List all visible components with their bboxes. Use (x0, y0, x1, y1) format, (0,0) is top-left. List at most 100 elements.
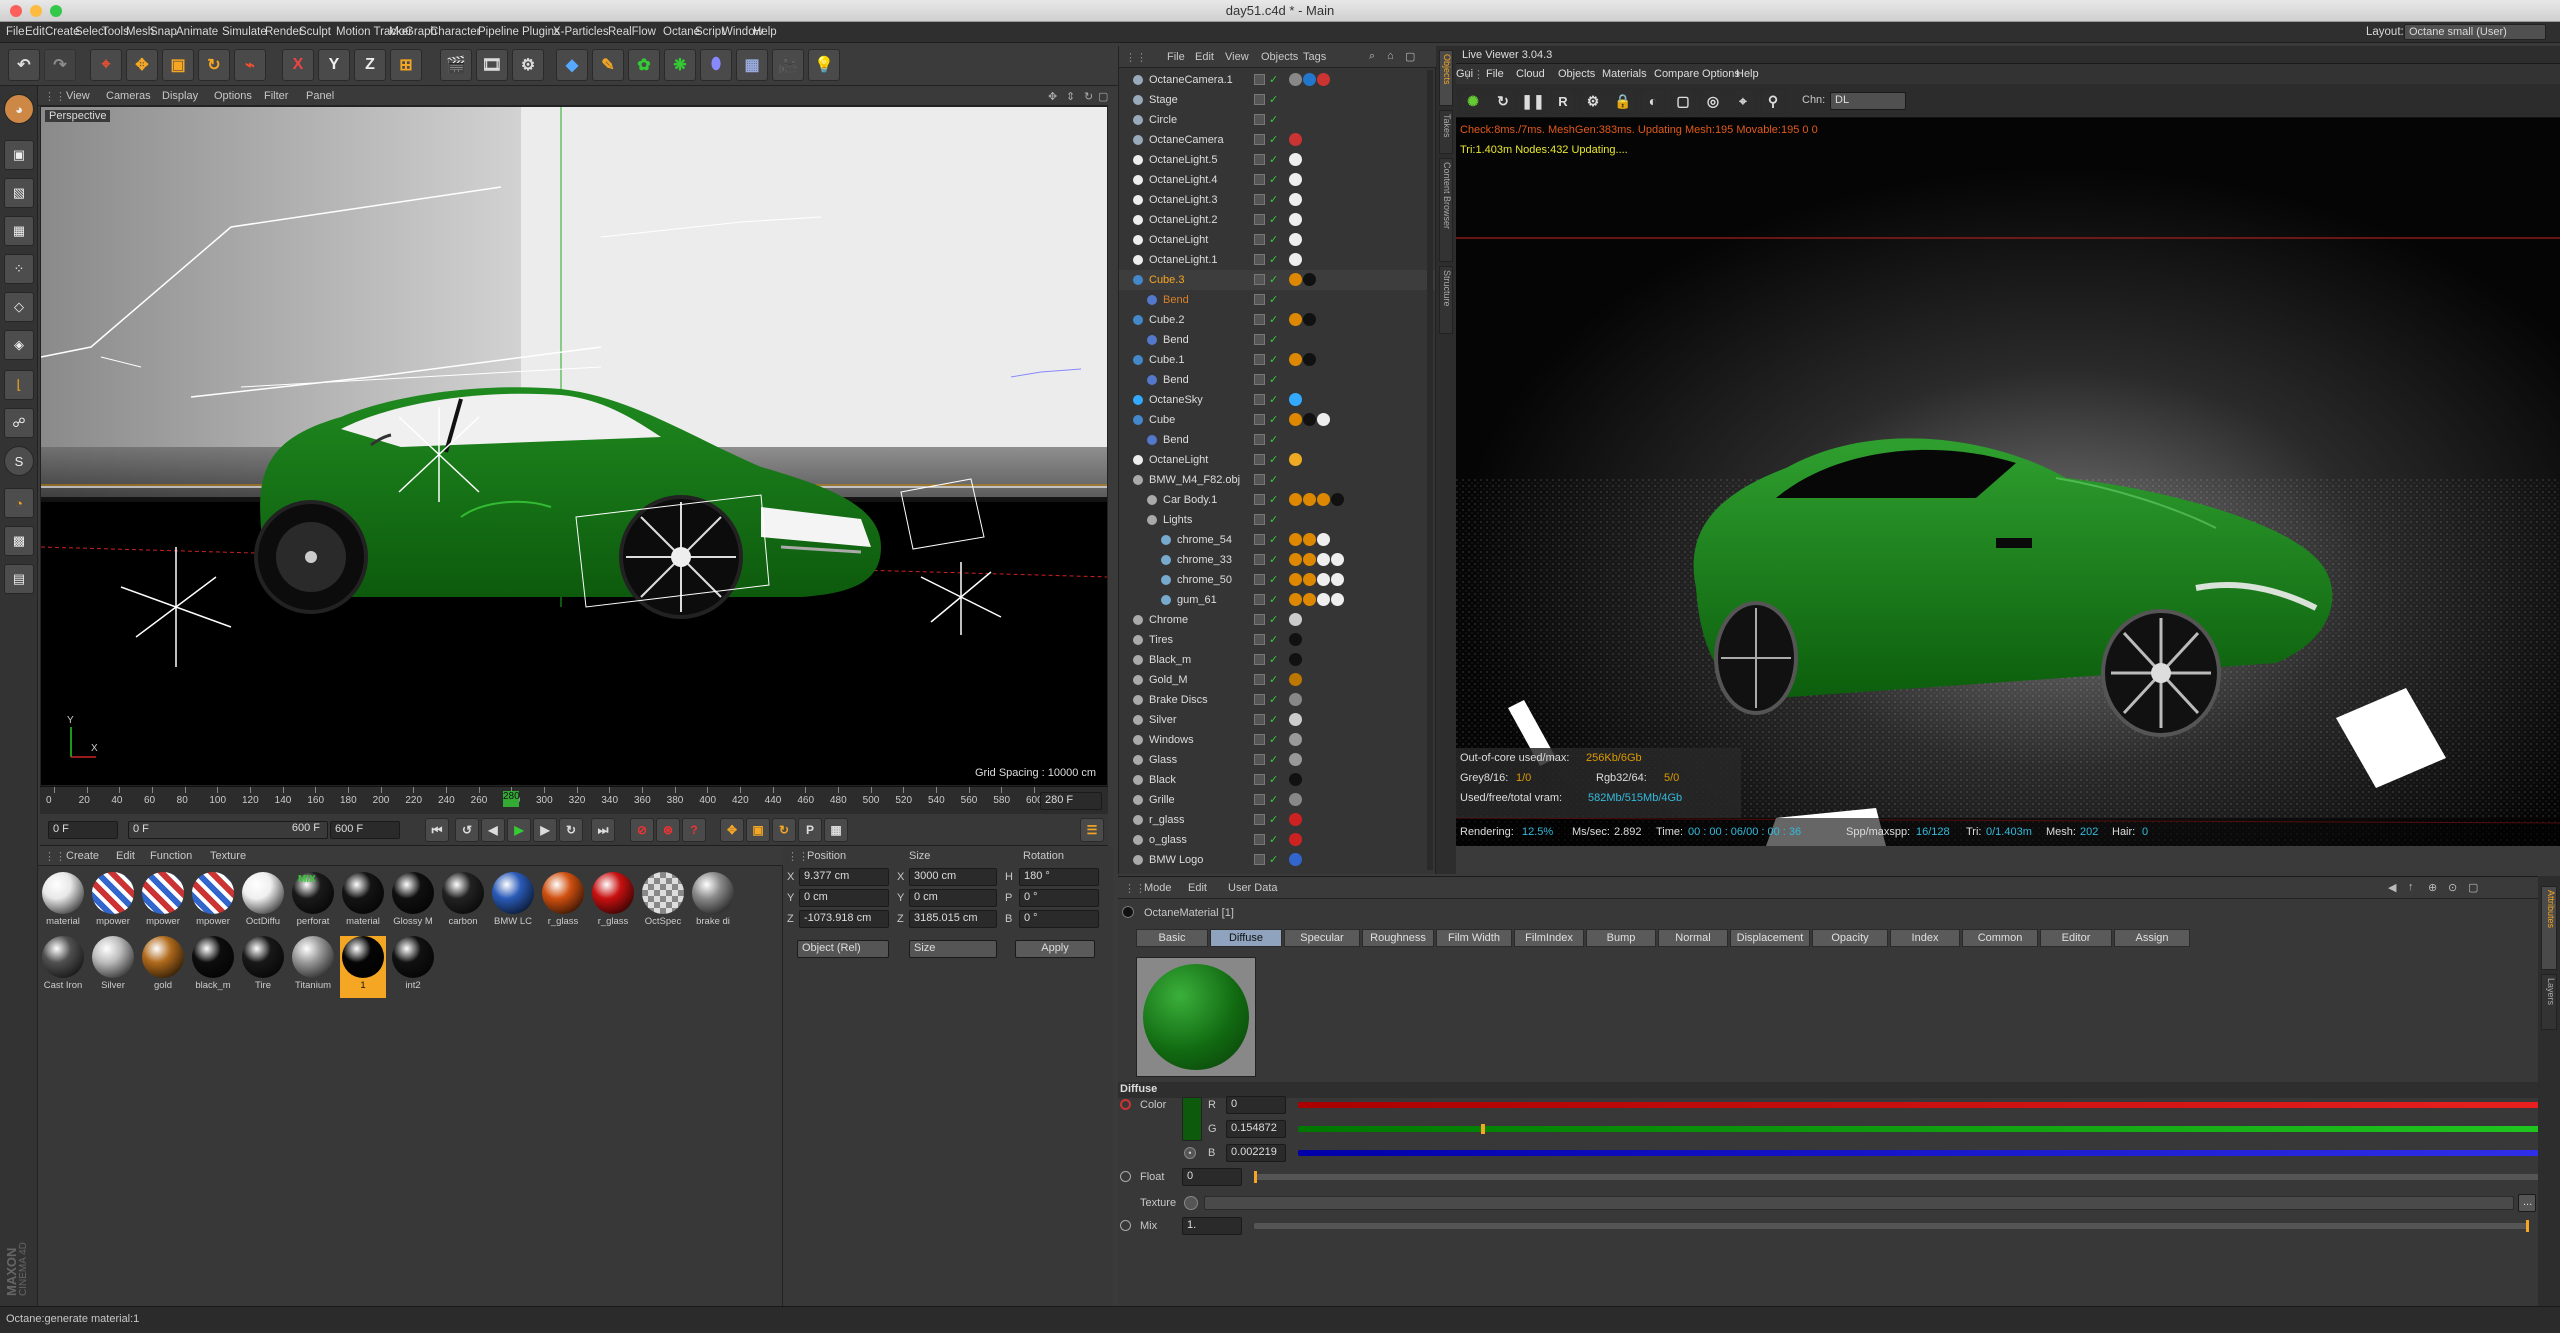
back-icon[interactable]: ◀ (2388, 881, 2396, 894)
tweak-icon[interactable]: ☍ (4, 408, 34, 438)
parameter-key-icon[interactable]: P (798, 818, 822, 842)
material-thumbnail[interactable]: Tire (240, 936, 286, 998)
object-row[interactable]: BMW_M4_F82.obj ✓ (1119, 470, 1435, 490)
object-tag-icon[interactable] (1317, 593, 1330, 606)
object-tag-icon[interactable] (1289, 593, 1302, 606)
object-search-icon[interactable]: ⌕ (1369, 50, 1375, 63)
menu-animate[interactable]: Animate (176, 26, 218, 38)
clay-mode-icon[interactable]: ▢ (1670, 88, 1696, 114)
play-icon[interactable]: ▶ (507, 818, 531, 842)
menu-tools[interactable]: Tools (102, 26, 129, 38)
menu-snap[interactable]: Snap (150, 26, 177, 38)
size-y-field[interactable]: 0 cm (909, 889, 997, 907)
editor-visibility-toggle[interactable] (1254, 694, 1265, 705)
editor-visibility-toggle[interactable] (1254, 634, 1265, 645)
r-value-field[interactable]: 0 (1226, 1096, 1286, 1114)
object-row[interactable]: OctaneLight.5 ✓ (1119, 150, 1435, 170)
scale-icon[interactable]: ▣ (162, 49, 194, 81)
size-x-field[interactable]: 3000 cm (909, 868, 997, 886)
enabled-check-icon[interactable]: ✓ (1269, 273, 1278, 286)
material-thumbnail[interactable]: BMW LC (490, 872, 536, 934)
object-row[interactable]: Cube ✓ (1119, 410, 1435, 430)
b-value-field[interactable]: 0.002219 (1226, 1144, 1286, 1162)
object-row[interactable]: r_glass ✓ (1119, 810, 1435, 830)
attribute-menu-edit[interactable]: Edit (1188, 882, 1207, 894)
object-row[interactable]: Car Body.1 ✓ (1119, 490, 1435, 510)
editor-visibility-toggle[interactable] (1254, 314, 1265, 325)
menu-realflow[interactable]: RealFlow (608, 26, 656, 38)
float-animate-icon[interactable] (1120, 1171, 1131, 1182)
live-viewer-menu-file[interactable]: File (1486, 68, 1504, 80)
object-row[interactable]: Bend ✓ (1119, 370, 1435, 390)
object-row[interactable]: Brake Discs ✓ (1119, 690, 1435, 710)
editor-visibility-toggle[interactable] (1254, 414, 1265, 425)
object-row[interactable]: Grille ✓ (1119, 790, 1435, 810)
material-thumbnail[interactable]: Silver (90, 936, 136, 998)
restart-render-icon[interactable]: ↻ (1490, 88, 1516, 114)
material-thumbnail[interactable]: material (40, 872, 86, 934)
enabled-check-icon[interactable]: ✓ (1269, 833, 1278, 846)
pick-location-icon[interactable]: ⌖ (1730, 88, 1756, 114)
rgb-mode-icon[interactable]: • (1184, 1147, 1196, 1159)
float-value-field[interactable]: 0 (1182, 1168, 1242, 1186)
object-tag-icon[interactable] (1289, 753, 1302, 766)
color-animate-icon[interactable] (1120, 1099, 1131, 1110)
next-key-icon[interactable]: ↻ (559, 818, 583, 842)
enabled-check-icon[interactable]: ✓ (1269, 433, 1278, 446)
g-slider-handle[interactable] (1481, 1124, 1485, 1134)
pause-icon[interactable]: ❚❚ (1520, 88, 1546, 114)
material-thumbnail[interactable]: Cast Iron (40, 936, 86, 998)
material-thumbnail[interactable]: 1 (340, 936, 386, 998)
object-tag-icon[interactable] (1317, 553, 1330, 566)
pla-key-icon[interactable]: ▦ (824, 818, 848, 842)
object-menu-edit[interactable]: Edit (1195, 51, 1214, 63)
object-tag-icon[interactable] (1303, 553, 1316, 566)
enabled-check-icon[interactable]: ✓ (1269, 193, 1278, 206)
tab-filmindex[interactable]: FilmIndex (1514, 929, 1584, 947)
object-tag-icon[interactable] (1317, 533, 1330, 546)
object-row[interactable]: Black_m ✓ (1119, 650, 1435, 670)
object-tag-icon[interactable] (1303, 313, 1316, 326)
editor-visibility-toggle[interactable] (1254, 734, 1265, 745)
object-row[interactable]: Cube.1 ✓ (1119, 350, 1435, 370)
enabled-check-icon[interactable]: ✓ (1269, 353, 1278, 366)
object-tag-icon[interactable] (1289, 133, 1302, 146)
workplane-lock-icon[interactable]: ◔ (4, 488, 34, 518)
mix-value-field[interactable]: 1. (1182, 1217, 1242, 1235)
material-thumbnail[interactable]: Titanium (290, 936, 336, 998)
object-tag-icon[interactable] (1289, 233, 1302, 246)
enabled-check-icon[interactable]: ✓ (1269, 233, 1278, 246)
object-menu-view[interactable]: View (1225, 51, 1249, 63)
move-icon[interactable]: ✥ (126, 49, 158, 81)
object-row[interactable]: Stage ✓ (1119, 90, 1435, 110)
object-tag-icon[interactable] (1289, 393, 1302, 406)
enabled-check-icon[interactable]: ✓ (1269, 173, 1278, 186)
object-tag-icon[interactable] (1289, 833, 1302, 846)
enabled-check-icon[interactable]: ✓ (1269, 613, 1278, 626)
menu-simulate[interactable]: Simulate (222, 26, 267, 38)
viewport-move-icon[interactable]: ✥ (1048, 90, 1057, 103)
object-tag-icon[interactable] (1289, 193, 1302, 206)
editor-visibility-toggle[interactable] (1254, 374, 1265, 385)
enabled-check-icon[interactable]: ✓ (1269, 393, 1278, 406)
send-scene-icon[interactable]: ✺ (1460, 88, 1486, 114)
live-selection-icon[interactable]: ⌖ (90, 49, 122, 81)
enabled-check-icon[interactable]: ✓ (1269, 553, 1278, 566)
enabled-check-icon[interactable]: ✓ (1269, 93, 1278, 106)
enabled-check-icon[interactable]: ✓ (1269, 533, 1278, 546)
editor-visibility-toggle[interactable] (1254, 654, 1265, 665)
object-tag-icon[interactable] (1317, 73, 1330, 86)
render-view-icon[interactable]: 🎬 (440, 49, 472, 81)
texture-link-field[interactable] (1204, 1196, 2514, 1210)
object-row[interactable]: Cube.3 ✓ (1119, 270, 1435, 290)
material-menu-create[interactable]: Create (66, 850, 99, 862)
editor-visibility-toggle[interactable] (1254, 214, 1265, 225)
tab-normal[interactable]: Normal (1658, 929, 1728, 947)
side-tab-structure[interactable]: Structure (1439, 266, 1453, 334)
editor-visibility-toggle[interactable] (1254, 114, 1265, 125)
object-tag-icon[interactable] (1289, 413, 1302, 426)
enabled-check-icon[interactable]: ✓ (1269, 253, 1278, 266)
editor-viewport[interactable]: Perspective Y X Grid Spacing : 10000 cm (40, 106, 1108, 786)
live-viewer-menu-cloud[interactable]: Cloud (1516, 68, 1545, 80)
menu-edit[interactable]: Edit (25, 26, 45, 38)
